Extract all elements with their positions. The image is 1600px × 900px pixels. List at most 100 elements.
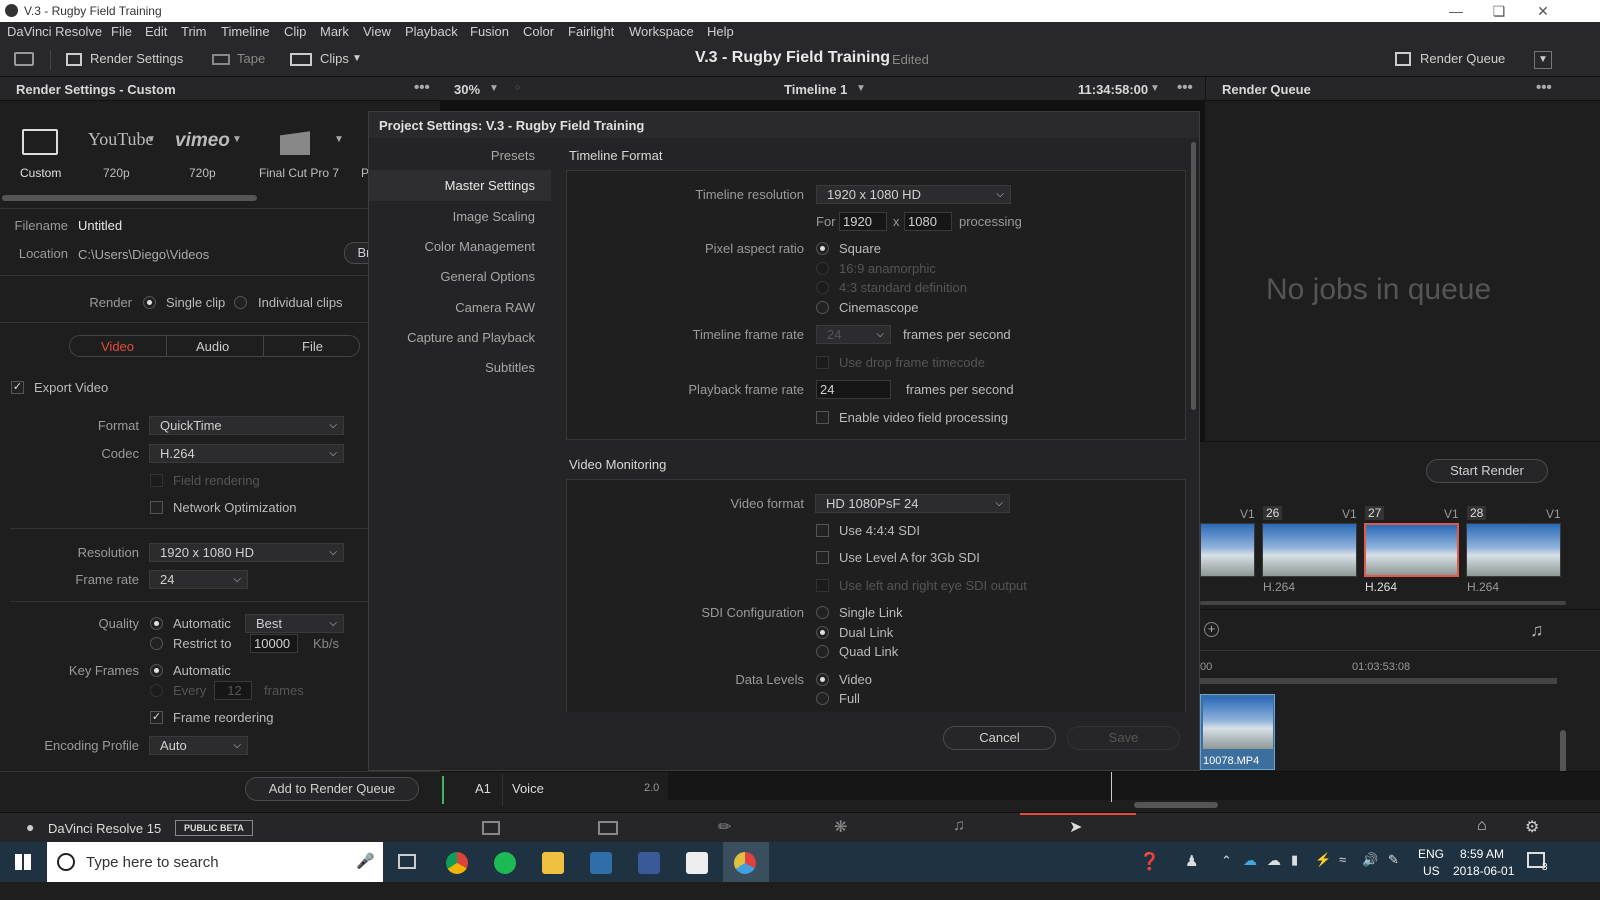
sticky-notes-icon[interactable] — [686, 852, 708, 874]
tab-file[interactable]: File — [302, 339, 323, 354]
nav-subtitles[interactable]: Subtitles — [485, 360, 535, 375]
cloud-icon[interactable]: ☁ — [1243, 852, 1257, 869]
menu-fusion[interactable]: Fusion — [470, 24, 509, 39]
restrict-to-radio[interactable] — [150, 637, 163, 650]
menu-timeline[interactable]: Timeline — [221, 24, 270, 39]
nav-master-settings[interactable]: Master Settings — [445, 178, 535, 193]
par-anamorphic-radio[interactable] — [816, 262, 829, 275]
chevron-down-icon[interactable]: ▼ — [856, 83, 866, 94]
menu-help[interactable]: Help — [707, 24, 734, 39]
par-cinemascope-radio[interactable] — [816, 301, 829, 314]
filename-value[interactable]: Untitled — [78, 218, 122, 233]
davinci-resolve-icon[interactable] — [734, 852, 756, 874]
quality-automatic-radio[interactable] — [150, 617, 163, 630]
width-input[interactable]: 1920 — [839, 212, 887, 231]
audio-track-name[interactable]: Voice — [512, 781, 544, 796]
battery-icon[interactable]: ▮ — [1291, 852, 1298, 868]
clock-date[interactable]: 2018-06-01 — [1453, 864, 1514, 878]
sdi444-checkbox[interactable] — [816, 524, 829, 537]
field-rendering-checkbox[interactable] — [150, 474, 163, 487]
nav-general-options[interactable]: General Options — [440, 269, 535, 284]
home-icon[interactable]: ⌂ — [1477, 817, 1487, 835]
clip-thumbnail[interactable] — [1466, 523, 1561, 577]
menu-fairlight[interactable]: Fairlight — [568, 24, 614, 39]
timeline-ruler-bar[interactable] — [1200, 678, 1557, 684]
menu-trim[interactable]: Trim — [181, 24, 207, 39]
fairlight-page-icon[interactable]: ♫ — [953, 817, 965, 835]
tab-audio[interactable]: Audio — [196, 339, 229, 354]
clip-strip-scrollbar[interactable] — [1200, 601, 1566, 605]
custom-preset-icon[interactable] — [22, 129, 58, 155]
timeline-name[interactable]: Timeline 1 — [784, 82, 847, 97]
cut-page-icon[interactable] — [598, 821, 618, 835]
people-icon[interactable]: ♟ — [1185, 852, 1198, 870]
data-levels-video-radio[interactable] — [816, 673, 829, 686]
quality-select[interactable]: Best ⌵ — [245, 614, 344, 633]
clip-thumbnail[interactable] — [1200, 523, 1255, 577]
chevron-down-icon[interactable]: ▼ — [146, 134, 156, 145]
field-processing-checkbox[interactable] — [816, 411, 829, 424]
framerate-select[interactable]: 24 ⌵ — [149, 570, 248, 589]
add-track-icon[interactable]: + — [1204, 622, 1219, 637]
keyframes-every-radio[interactable] — [150, 684, 163, 697]
sdi-quad-link-radio[interactable] — [816, 645, 829, 658]
wifi-icon[interactable]: ≈ — [1339, 852, 1346, 867]
lr-eye-checkbox[interactable] — [816, 579, 829, 592]
chrome-icon[interactable] — [446, 852, 468, 874]
chevron-down-icon[interactable]: ▼ — [1150, 83, 1160, 94]
render-settings-button[interactable]: Render Settings — [90, 51, 183, 66]
timeline-framerate-select[interactable]: 24 ⌵ — [816, 325, 891, 344]
clip-thumbnail-selected[interactable] — [1364, 523, 1459, 577]
tape-button[interactable]: Tape — [237, 51, 265, 66]
help-icon[interactable]: ❓ — [1139, 852, 1160, 872]
data-levels-full-radio[interactable] — [816, 692, 829, 705]
frame-reordering-checkbox[interactable]: ✓ — [150, 711, 163, 724]
menu-workspace[interactable]: Workspace — [629, 24, 694, 39]
nav-image-scaling[interactable]: Image Scaling — [453, 209, 535, 224]
app-icon[interactable] — [590, 852, 612, 874]
clips-button[interactable]: Clips — [320, 51, 349, 66]
sdi-dual-link-radio[interactable] — [816, 626, 829, 639]
menu-edit[interactable]: Edit — [145, 24, 167, 39]
keyframes-automatic-radio[interactable] — [150, 664, 163, 677]
menu-playback[interactable]: Playback — [405, 24, 458, 39]
drop-frame-checkbox[interactable] — [816, 356, 829, 369]
expand-icon[interactable]: ▼ — [1534, 51, 1552, 69]
more-options-icon[interactable]: ••• — [414, 79, 430, 96]
audio-track-label[interactable]: A1 — [475, 781, 491, 796]
menu-color[interactable]: Color — [523, 24, 554, 39]
chevron-down-icon[interactable]: ▼ — [232, 134, 242, 145]
timeline-clip[interactable]: 10078.MP4 — [1200, 694, 1275, 770]
resolution-select[interactable]: 1920 x 1080 HD ⌵ — [149, 543, 344, 562]
zoom-level[interactable]: 30% — [454, 82, 480, 97]
youtube-preset[interactable]: YouTube — [88, 129, 154, 150]
level-a-checkbox[interactable] — [816, 551, 829, 564]
clock-time[interactable]: 8:59 AM — [1460, 847, 1504, 861]
onedrive-icon[interactable]: ☁ — [1267, 852, 1281, 869]
chevron-up-icon[interactable]: ⌃ — [1221, 853, 1232, 869]
audio-scrollbar[interactable] — [1134, 802, 1218, 808]
par-43-radio[interactable] — [816, 281, 829, 294]
facebook-icon[interactable] — [638, 852, 660, 874]
close-button[interactable]: ✕ — [1520, 0, 1566, 22]
sdi-single-link-radio[interactable] — [816, 606, 829, 619]
preset-custom-label[interactable]: Custom — [20, 166, 61, 180]
playhead[interactable] — [1111, 772, 1112, 802]
file-explorer-icon[interactable] — [542, 852, 564, 874]
save-button[interactable]: Save — [1067, 726, 1180, 750]
menu-view[interactable]: View — [363, 24, 391, 39]
language-code[interactable]: ENG — [1418, 847, 1444, 861]
media-page-icon[interactable] — [482, 821, 500, 835]
windows-start-icon[interactable] — [15, 854, 31, 870]
height-input[interactable]: 1080 — [904, 212, 952, 231]
network-optimization-checkbox[interactable] — [150, 501, 163, 514]
video-format-select[interactable]: HD 1080PsF 24 ⌵ — [815, 494, 1010, 513]
minimize-button[interactable]: — — [1433, 0, 1479, 22]
nav-color-management[interactable]: Color Management — [424, 239, 535, 254]
restrict-to-input[interactable]: 10000 — [250, 634, 298, 653]
chevron-down-icon[interactable]: ▼ — [352, 53, 362, 64]
tab-video[interactable]: Video — [101, 339, 134, 354]
chevron-down-icon[interactable]: ▼ — [334, 134, 344, 145]
nav-presets[interactable]: Presets — [491, 148, 535, 163]
menu-clip[interactable]: Clip — [284, 24, 306, 39]
